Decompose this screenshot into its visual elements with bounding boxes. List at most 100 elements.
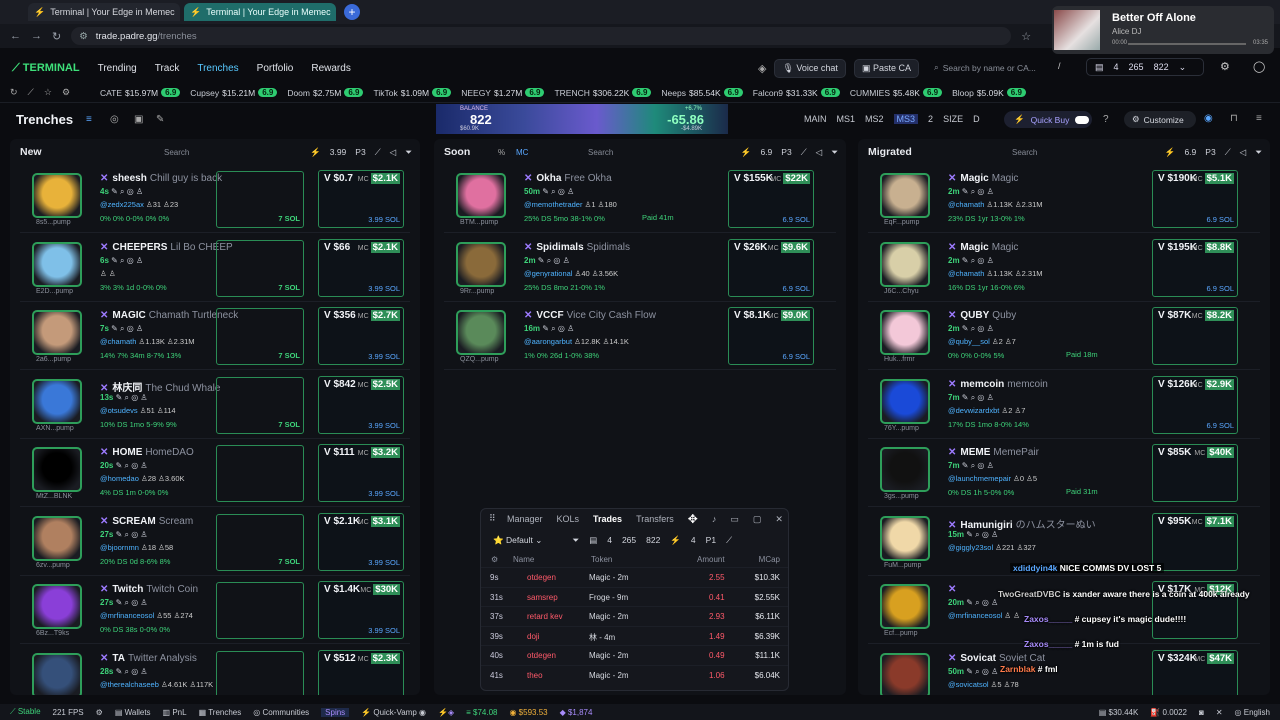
reload-icon[interactable]: ↻ <box>52 30 61 43</box>
quick-buy-button[interactable]: 7 SOL <box>216 376 304 434</box>
trenches-button[interactable]: ▦ Trenches <box>199 708 242 717</box>
mc-toggle[interactable]: MC <box>516 148 528 157</box>
ticker-item[interactable]: CUMMIES $5.48K 6.9 <box>850 88 943 98</box>
forward-icon[interactable]: → <box>31 30 42 42</box>
mode-ms1[interactable]: MS1 <box>837 114 856 124</box>
quick-buy-button[interactable] <box>216 582 304 639</box>
token-avatar[interactable] <box>32 515 82 561</box>
trader-name[interactable]: otdegen <box>527 573 556 582</box>
filter-icon[interactable]: ⏷ <box>831 147 838 158</box>
funnel-icon[interactable]: ⏷ <box>572 535 579 546</box>
token-name[interactable]: ✕ <box>948 584 963 595</box>
buy-amount[interactable]: 6.9 <box>1184 147 1196 158</box>
twitter-handle[interactable]: @chamath <box>948 200 984 209</box>
trade-row[interactable]: 37s retard kev Magic - 2m 2.93 $6.11K <box>481 606 788 626</box>
trader-name[interactable]: otdegen <box>527 651 556 660</box>
preset-button[interactable]: P3 <box>1205 147 1215 158</box>
value-box[interactable]: V $95K MC $7.1K <box>1152 512 1238 571</box>
trader-name[interactable]: theo <box>527 671 543 680</box>
value-box[interactable]: V $356 MC $2.7K 3.99 SOL <box>318 307 404 365</box>
twitter-icon[interactable]: ✕ <box>1216 708 1223 717</box>
token-card[interactable]: 9Rr...pump ✕ Spidimals Spidimals 2m ✎ ⌕ ◎ ♙ @… <box>444 238 836 302</box>
move-icon[interactable]: ✥ <box>688 512 698 526</box>
trade-row[interactable]: 41s theo Magic - 2m 1.06 $6.04K <box>481 664 788 685</box>
mute-icon[interactable]: ◁ <box>1240 147 1247 158</box>
token-name[interactable]: ✕ QUBY Quby <box>948 310 1016 321</box>
token-card[interactable]: 76Y...pump ✕ memcoin memcoin 7m ✎ ⌕ ◎ ♙ @devw… <box>868 375 1260 439</box>
search-input[interactable]: ⌕ Search by name or CA... <box>934 60 1046 75</box>
language-button[interactable]: ◎ English <box>1235 708 1270 717</box>
trader-name[interactable]: retard kev <box>527 612 563 621</box>
token-card[interactable]: 6Bz...T9ks ✕ Twitch Twitch Coin 27s ✎ ⌕ ◎ ♙ @… <box>20 580 410 644</box>
quick-buy-toggle[interactable]: ⚡ Quick Buy <box>1004 111 1092 128</box>
preset-button[interactable]: P1 <box>706 535 716 545</box>
nav-trending[interactable]: Trending <box>98 63 137 74</box>
pnl-button[interactable]: ▥ PnL <box>163 708 187 717</box>
token-card[interactable]: QZQ...pump ✕ VCCF Vice City Cash Flow 16m ✎ … <box>444 306 836 370</box>
ticker-item[interactable]: TikTok $1.09M 6.9 <box>373 88 452 98</box>
filter-icon[interactable]: ⏷ <box>1255 147 1262 158</box>
value-box[interactable]: V $1.4K MC $30K 3.99 SOL <box>318 581 404 639</box>
preset-button[interactable]: P3 <box>355 147 365 158</box>
value-box[interactable]: V $2.1K MC $3.1K 3.99 SOL <box>318 512 404 571</box>
buy-sol-button[interactable]: 3.99 SOL <box>368 558 400 567</box>
token-avatar[interactable] <box>880 310 930 355</box>
token-name[interactable]: ✕ CHEEPERS Lil Bo CHEEP <box>100 242 233 253</box>
trade-token[interactable]: 林 - 4m <box>589 632 615 643</box>
value-box[interactable]: V $842 MC $2.5K 3.99 SOL <box>318 375 404 434</box>
token-card[interactable]: ✕ TA Twitter Analysis 28s ✎ ⌕ ◎ ♙ @therealch… <box>20 649 410 695</box>
layers-icon[interactable]: ◎ <box>110 114 119 125</box>
value-box[interactable]: V $0.7 MC $2.1K 3.99 SOL <box>318 170 404 228</box>
ticker-item[interactable]: TRENCH $306.22K 6.9 <box>554 88 652 98</box>
tab-kols[interactable]: KOLs <box>557 514 580 524</box>
token-card[interactable]: ✕ Sovicat Soviet Cat 50m ✎ ⌕ ◎ ♙ @sovicatsol… <box>868 649 1260 695</box>
browser-tab-2[interactable]: ⚡Terminal | Your Edge in Memec✕ <box>184 3 336 21</box>
mode-main[interactable]: MAIN <box>804 114 827 124</box>
twitter-handle[interactable]: @homedao <box>100 474 139 483</box>
ticker-item[interactable]: Neeps $85.54K 6.9 <box>661 88 743 98</box>
drag-handle-icon[interactable]: ⠿ <box>489 513 496 524</box>
token-avatar[interactable] <box>880 378 930 424</box>
token-avatar[interactable] <box>32 652 82 695</box>
tab-manager[interactable]: Manager <box>507 514 543 524</box>
eye-icon[interactable]: ◉ <box>1204 113 1213 124</box>
token-address[interactable]: FuM...pump <box>884 562 921 569</box>
ticker-item[interactable]: Cupsey $15.21M 6.9 <box>190 88 278 98</box>
trade-token[interactable]: Magic - 2m <box>589 573 629 582</box>
buy-sol-button[interactable]: 3.99 SOL <box>368 489 400 498</box>
token-card[interactable]: 2a6...pump ✕ MAGIC Chamath Turtleneck 7s ✎ ⌕… <box>20 306 410 370</box>
twitter-handle[interactable]: @giggly23sol <box>948 543 993 552</box>
tab-trades[interactable]: Trades <box>593 514 622 524</box>
bell-icon[interactable]: ♪ <box>712 514 717 524</box>
trade-row[interactable]: 9s otdegen Magic - 2m 2.55 $10.3K <box>481 567 788 587</box>
token-card[interactable]: 8s5...pump ✕ sheesh Chill guy is back 4s ✎ ⌕… <box>20 169 410 233</box>
twitter-handle[interactable]: @devwizardxbt <box>948 406 999 415</box>
value-box[interactable]: V $512 MC $2.3K <box>318 649 404 695</box>
twitter-handle[interactable]: @bjoornmn <box>100 543 139 552</box>
quick-vamp-toggle[interactable]: ⚡ Quick-Vamp ◉ <box>361 708 426 717</box>
token-address[interactable]: 6Bz...T9ks <box>36 630 69 637</box>
filter-dropdown[interactable]: ⭐ Default ⌄ <box>493 535 542 546</box>
twitter-handle[interactable]: @mrfinanceosol <box>100 611 154 620</box>
token-card[interactable]: EqF...pump ✕ Magic Magic 2m ✎ ⌕ ◎ ♙ @chamath … <box>868 169 1260 233</box>
token-name[interactable]: ✕ sheesh Chill guy is back <box>100 173 222 184</box>
quick-buy-button[interactable]: 7 SOL <box>216 239 304 297</box>
buy-sol-button[interactable]: 3.99 SOL <box>368 284 400 293</box>
token-card[interactable]: Huk...frmr ✕ QUBY Quby 2m ✎ ⌕ ◎ ♙ @quby__sol … <box>868 306 1260 370</box>
chart-icon[interactable]: ⟋ <box>801 147 807 158</box>
twitter-handle[interactable]: @sovicatsol <box>948 680 989 689</box>
trader-name[interactable]: samsrep <box>527 593 558 602</box>
new-tab-button[interactable]: + <box>344 4 360 20</box>
camera-icon[interactable]: ▣ <box>134 114 143 125</box>
mode-number[interactable]: 2 <box>928 114 933 124</box>
token-avatar[interactable] <box>32 447 82 492</box>
communities-button[interactable]: ◎ Communities <box>253 708 309 717</box>
twitter-handle[interactable]: @chamath <box>100 337 136 346</box>
token-address[interactable]: AXN...pump <box>36 425 74 432</box>
token-name[interactable]: ✕ Twitch Twitch Coin <box>100 584 198 595</box>
token-address[interactable]: 3gs...pump <box>884 493 919 500</box>
ticker-item[interactable]: Bloop $5.09K 6.9 <box>952 88 1026 98</box>
mode-ms3[interactable]: MS3 <box>893 114 919 124</box>
buy-sol-button[interactable]: 3.99 SOL <box>368 626 400 635</box>
value-box[interactable]: V $66 MC $2.1K 3.99 SOL <box>318 238 404 297</box>
